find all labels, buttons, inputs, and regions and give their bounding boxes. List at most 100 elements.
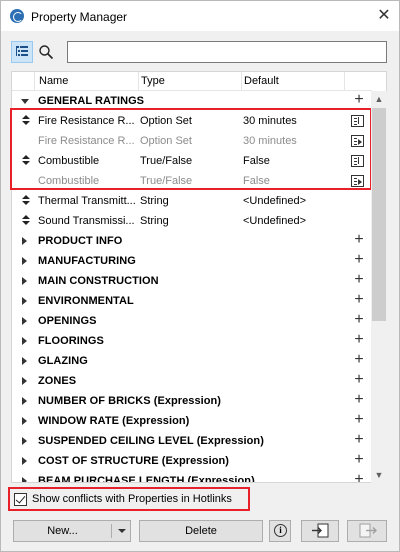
property-name: Fire Resistance R... — [38, 135, 135, 147]
add-property-icon[interactable]: + — [351, 332, 367, 348]
add-property-icon[interactable]: + — [351, 232, 367, 248]
add-property-icon[interactable]: + — [351, 272, 367, 288]
property-default: False — [243, 155, 270, 167]
property-row[interactable]: Combustible True/False False — [12, 151, 372, 171]
show-conflicts-checkbox[interactable] — [14, 493, 27, 506]
scroll-up-icon[interactable]: ▲ — [371, 91, 387, 107]
scroll-thumb[interactable] — [372, 108, 386, 321]
close-button[interactable]: ✕ — [369, 1, 399, 31]
add-property-icon[interactable]: + — [351, 372, 367, 388]
collapsed-arrow-icon[interactable] — [22, 377, 27, 385]
collapsed-arrow-icon[interactable] — [22, 257, 27, 265]
group-row[interactable]: ZONES + — [12, 371, 372, 391]
property-type: String — [140, 195, 169, 207]
group-row[interactable]: GLAZING + — [12, 351, 372, 371]
group-label: BEAM PURCHASE LENGTH (Expression) — [38, 475, 255, 483]
info-icon: i — [274, 524, 287, 537]
show-conflicts-label: Show conflicts with Properties in Hotlin… — [32, 493, 232, 505]
collapsed-arrow-icon[interactable] — [22, 297, 27, 305]
import-button[interactable] — [301, 520, 339, 542]
reorder-handle-icon[interactable] — [22, 215, 30, 225]
group-label: NUMBER OF BRICKS (Expression) — [38, 395, 221, 407]
group-label: OPENINGS — [38, 315, 97, 327]
property-type: String — [140, 215, 169, 227]
add-property-icon[interactable]: + — [351, 292, 367, 308]
group-label: GLAZING — [38, 355, 88, 367]
add-property-icon[interactable]: + — [351, 312, 367, 328]
column-default[interactable]: Default — [244, 75, 279, 87]
add-property-icon[interactable]: + — [351, 472, 367, 483]
property-row[interactable]: Thermal Transmitt... String <Undefined> — [12, 191, 372, 211]
group-row[interactable]: OPENINGS + — [12, 311, 372, 331]
group-label: MAIN CONSTRUCTION — [38, 275, 159, 287]
vertical-scrollbar[interactable]: ▲ ▼ — [371, 91, 387, 483]
property-tree: Name Type Default GENERAL RATINGS + Fire R… — [11, 71, 387, 483]
group-row[interactable]: BEAM PURCHASE LENGTH (Expression) + — [12, 471, 372, 483]
show-conflicts-option[interactable]: Show conflicts with Properties in Hotlin… — [8, 487, 250, 511]
property-row[interactable]: Combustible True/False False — [12, 171, 372, 191]
collapsed-arrow-icon[interactable] — [22, 477, 27, 482]
property-name: Combustible — [38, 175, 100, 187]
property-type: Option Set — [140, 115, 192, 127]
add-property-icon[interactable]: + — [351, 92, 367, 108]
add-property-icon[interactable]: + — [351, 392, 367, 408]
search-icon[interactable] — [38, 44, 54, 60]
property-name: Combustible — [38, 155, 100, 167]
property-manager-window: Property Manager ✕ Name Type Default GEN… — [0, 0, 400, 552]
collapsed-arrow-icon[interactable] — [22, 437, 27, 445]
add-property-icon[interactable]: + — [351, 252, 367, 268]
info-button[interactable]: i — [269, 520, 291, 542]
add-property-icon[interactable]: + — [351, 352, 367, 368]
group-row[interactable]: FLOORINGS + — [12, 331, 372, 351]
group-row[interactable]: COST OF STRUCTURE (Expression) + — [12, 451, 372, 471]
property-type: True/False — [140, 155, 193, 167]
property-out-icon — [351, 175, 364, 187]
column-type[interactable]: Type — [141, 75, 165, 87]
delete-button[interactable]: Delete — [139, 520, 263, 542]
group-row[interactable]: MAIN CONSTRUCTION + — [12, 271, 372, 291]
window-title: Property Manager — [31, 10, 128, 24]
reorder-handle-icon[interactable] — [22, 195, 30, 205]
property-default: 30 minutes — [243, 115, 297, 127]
collapsed-arrow-icon[interactable] — [22, 337, 27, 345]
property-name: Fire Resistance R... — [38, 115, 135, 127]
add-property-icon[interactable]: + — [351, 452, 367, 468]
export-button[interactable] — [347, 520, 387, 542]
group-row[interactable]: SUSPENDED CEILING LEVEL (Expression) + — [12, 431, 372, 451]
expanded-arrow-icon[interactable] — [21, 99, 29, 104]
property-default: <Undefined> — [243, 215, 306, 227]
group-row[interactable]: PRODUCT INFO + — [12, 231, 372, 251]
new-button-label: New... — [47, 525, 78, 537]
group-label: ZONES — [38, 375, 77, 387]
collapsed-arrow-icon[interactable] — [22, 397, 27, 405]
tree-rows: GENERAL RATINGS + Fire Resistance R... Opti… — [12, 91, 372, 483]
add-property-icon[interactable]: + — [351, 432, 367, 448]
reorder-handle-icon[interactable] — [22, 115, 30, 125]
group-row[interactable]: NUMBER OF BRICKS (Expression) + — [12, 391, 372, 411]
collapsed-arrow-icon[interactable] — [22, 457, 27, 465]
collapsed-arrow-icon[interactable] — [22, 417, 27, 425]
column-name[interactable]: Name — [39, 75, 68, 87]
collapsed-arrow-icon[interactable] — [22, 357, 27, 365]
property-default: <Undefined> — [243, 195, 306, 207]
group-row[interactable]: ENVIRONMENTAL + — [12, 291, 372, 311]
property-row[interactable]: Sound Transmissi... String <Undefined> — [12, 211, 372, 231]
toolbar — [1, 31, 399, 67]
collapsed-arrow-icon[interactable] — [22, 277, 27, 285]
group-row[interactable]: WINDOW RATE (Expression) + — [12, 411, 372, 431]
property-row[interactable]: Fire Resistance R... Option Set 30 minutes — [12, 131, 372, 151]
property-row[interactable]: Fire Resistance R... Option Set 30 minutes — [12, 111, 372, 131]
group-row[interactable]: MANUFACTURING + — [12, 251, 372, 271]
collapsed-arrow-icon[interactable] — [22, 317, 27, 325]
new-button[interactable]: New... — [13, 520, 131, 542]
collapsed-arrow-icon[interactable] — [22, 237, 27, 245]
dropdown-arrow-icon[interactable] — [118, 529, 126, 533]
add-property-icon[interactable]: + — [351, 412, 367, 428]
search-input[interactable] — [67, 41, 387, 63]
group-row[interactable]: GENERAL RATINGS + — [12, 91, 372, 111]
property-in-icon — [351, 155, 364, 167]
tree-view-button[interactable] — [11, 41, 33, 63]
reorder-handle-icon[interactable] — [22, 155, 30, 165]
scroll-down-icon[interactable]: ▼ — [371, 467, 387, 483]
group-label: GENERAL RATINGS — [38, 95, 145, 107]
